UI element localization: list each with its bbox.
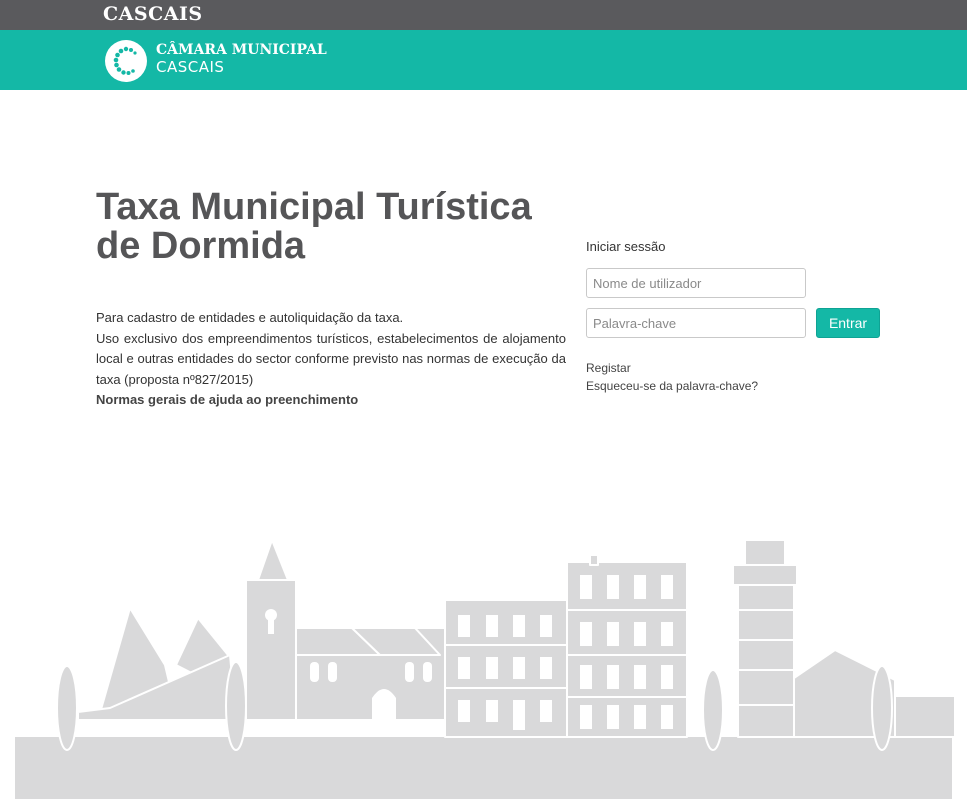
- description: Para cadastro de entidades e autoliquida…: [96, 308, 566, 411]
- forgot-password-link[interactable]: Esqueceu-se da palavra-chave?: [586, 379, 758, 393]
- description-line2: Uso exclusivo dos empreendimentos turíst…: [96, 330, 566, 387]
- page-title: Taxa Municipal Turística de Dormida: [96, 186, 532, 267]
- brand-name[interactable]: CÂMARA MUNICIPAL CASCAIS: [156, 42, 327, 76]
- description-line1: Para cadastro de entidades e autoliquida…: [96, 310, 404, 325]
- login-title: Iniciar sessão: [586, 239, 666, 254]
- brand-line1: CÂMARA MUNICIPAL: [156, 42, 327, 58]
- password-input[interactable]: [586, 308, 806, 338]
- cascais-wordmark[interactable]: CASCAIS: [103, 3, 203, 25]
- username-input[interactable]: [586, 268, 806, 298]
- brand-line2: CASCAIS: [156, 58, 225, 76]
- register-link[interactable]: Registar: [586, 361, 631, 375]
- cascais-c-logo-icon[interactable]: [105, 40, 147, 82]
- help-link[interactable]: Normas gerais de ajuda ao preenchimento: [96, 390, 566, 411]
- top-bar: CASCAIS: [0, 0, 967, 30]
- city-skyline-illustration: [15, 539, 956, 799]
- login-button[interactable]: Entrar: [816, 308, 880, 338]
